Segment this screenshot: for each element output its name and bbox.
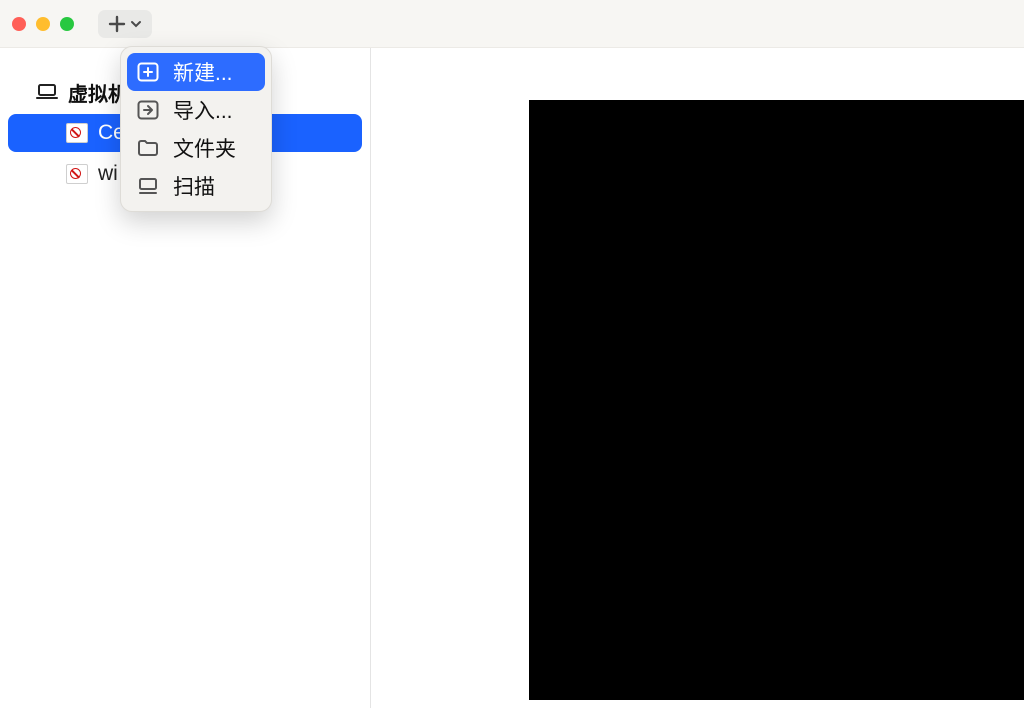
plus-box-icon bbox=[137, 62, 159, 82]
sidebar-group-label: 虚拟机 bbox=[68, 78, 128, 107]
folder-icon bbox=[137, 138, 159, 158]
vm-file-icon bbox=[66, 123, 88, 143]
sidebar-item-label: wi bbox=[98, 162, 118, 186]
import-icon bbox=[137, 100, 159, 120]
laptop-icon bbox=[36, 83, 58, 103]
add-dropdown-menu: 新建... 导入... 文件夹 扫描 bbox=[120, 46, 272, 212]
plus-icon bbox=[108, 15, 126, 33]
main-pane bbox=[371, 48, 1024, 708]
minimize-window-button[interactable] bbox=[36, 17, 50, 31]
chevron-down-icon bbox=[130, 18, 142, 30]
menu-item-label: 文件夹 bbox=[173, 133, 236, 163]
window-controls bbox=[12, 17, 74, 31]
menu-item-new[interactable]: 新建... bbox=[127, 53, 265, 91]
scan-icon bbox=[137, 176, 159, 196]
menu-item-label: 新建... bbox=[173, 57, 233, 87]
menu-item-label: 导入... bbox=[173, 95, 233, 125]
menu-item-folder[interactable]: 文件夹 bbox=[127, 129, 265, 167]
menu-item-import[interactable]: 导入... bbox=[127, 91, 265, 129]
zoom-window-button[interactable] bbox=[60, 17, 74, 31]
titlebar: 新建... 导入... 文件夹 扫描 bbox=[0, 0, 1024, 48]
menu-item-scan[interactable]: 扫描 bbox=[127, 167, 265, 205]
add-menu-button[interactable] bbox=[98, 10, 152, 38]
close-window-button[interactable] bbox=[12, 17, 26, 31]
vm-file-icon bbox=[66, 164, 88, 184]
vm-preview bbox=[529, 100, 1024, 700]
menu-item-label: 扫描 bbox=[173, 171, 215, 201]
